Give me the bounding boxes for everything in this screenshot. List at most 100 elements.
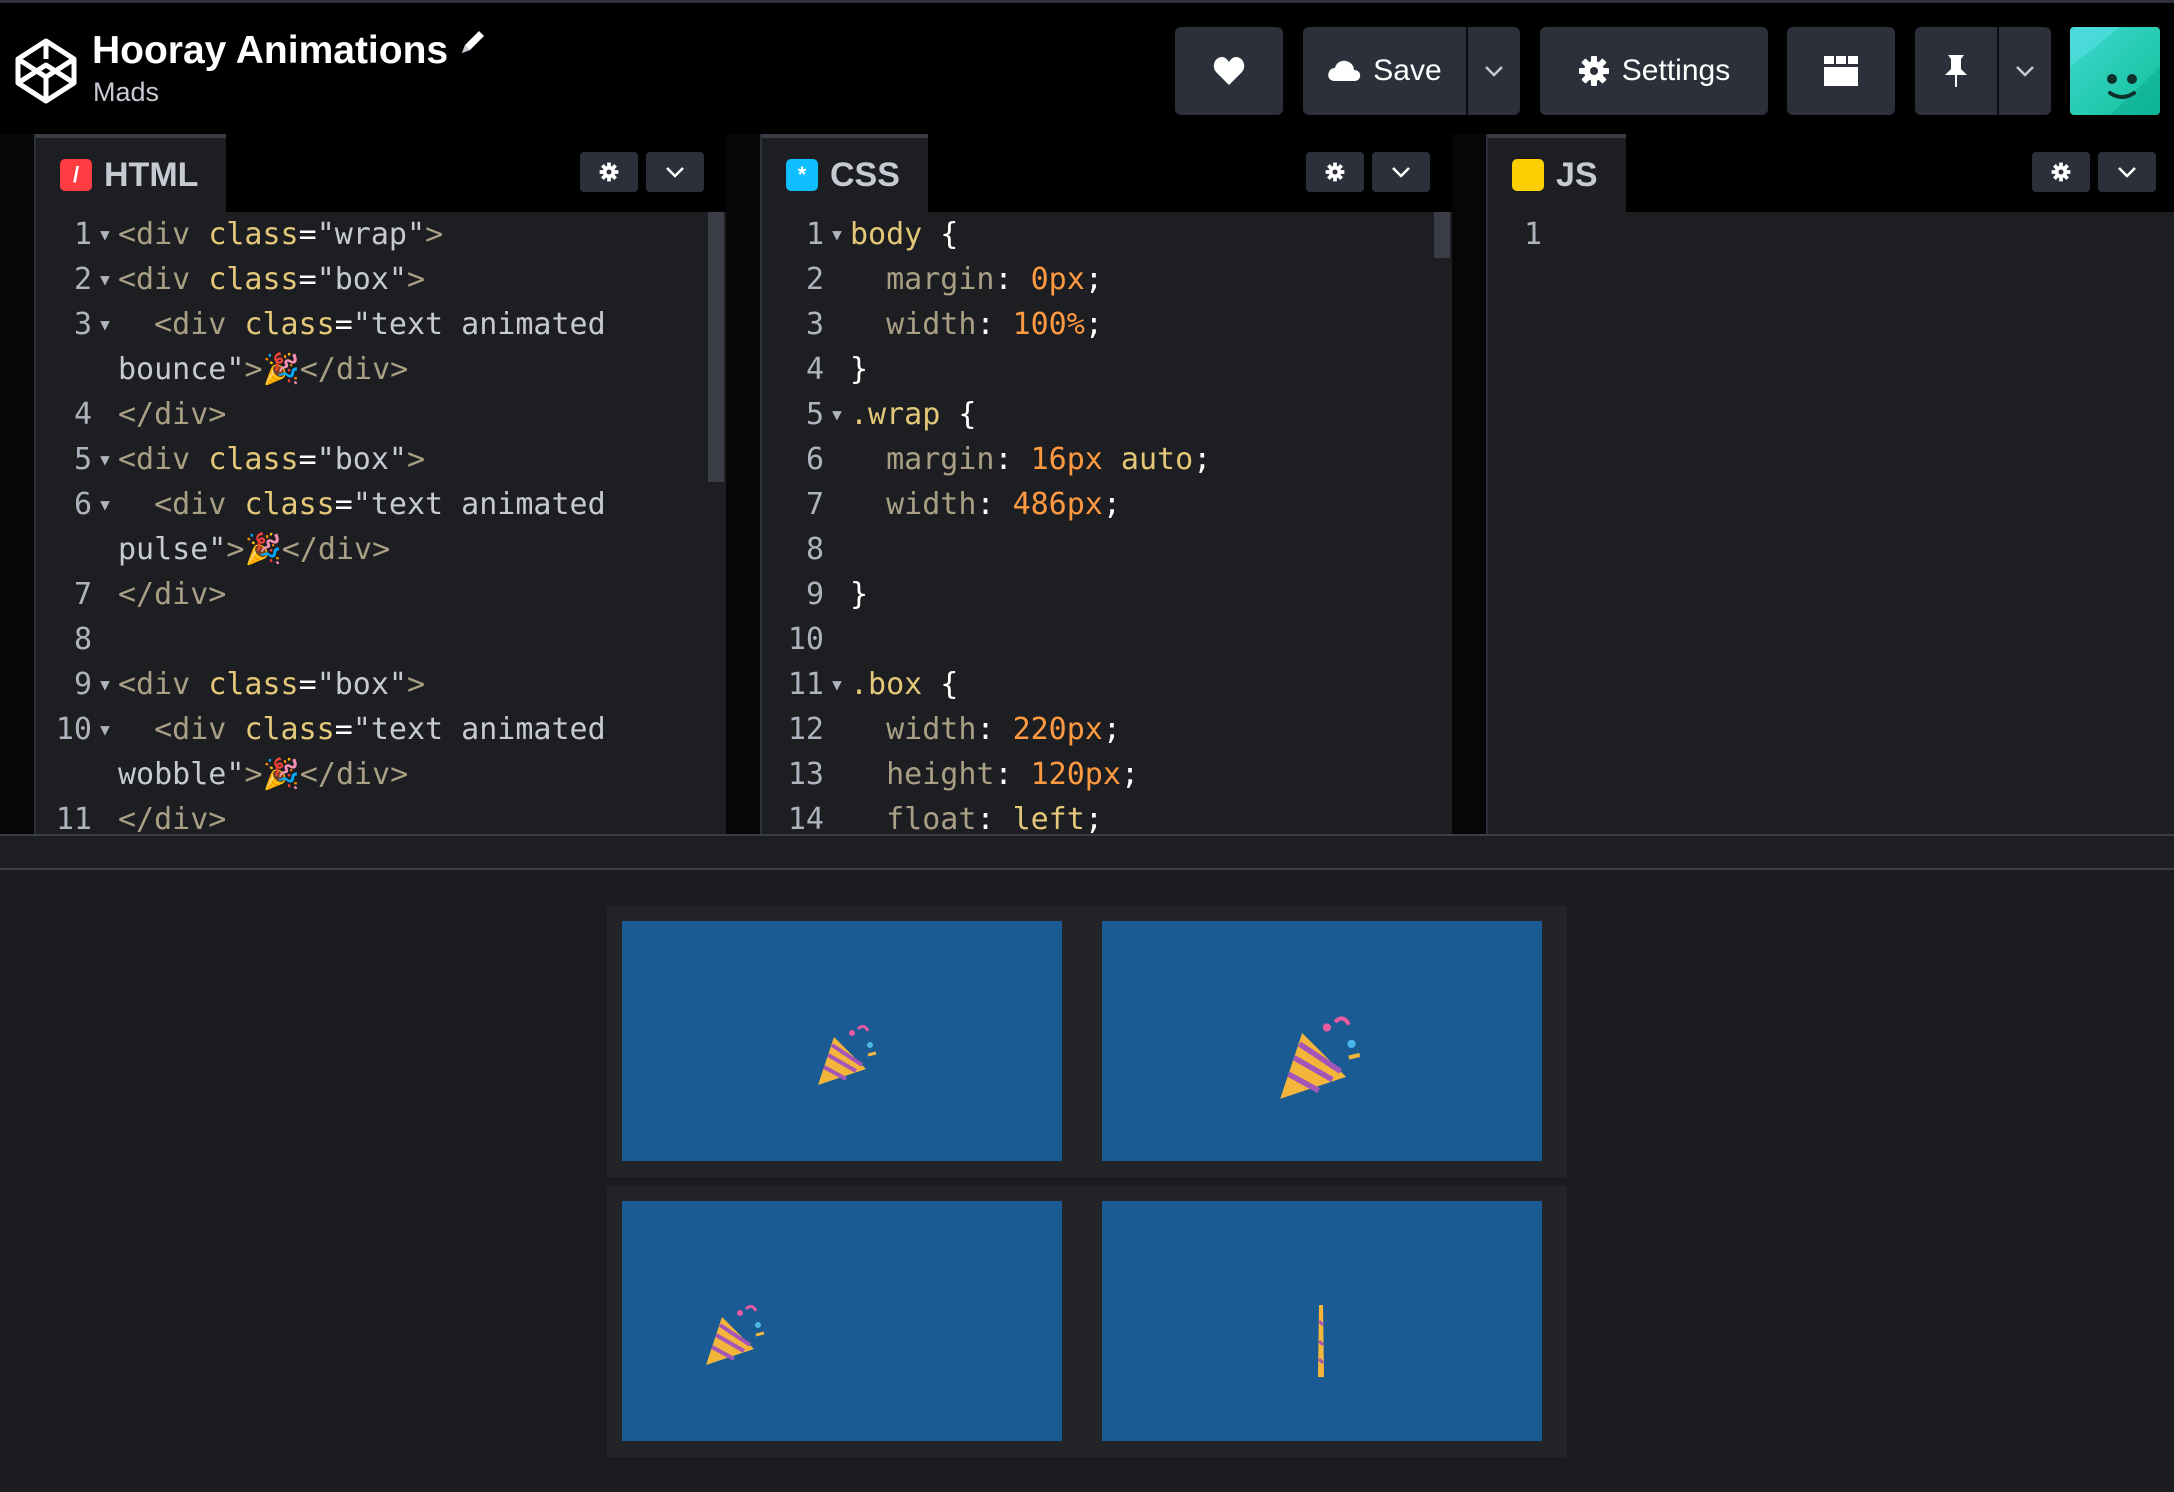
preview-box-inner (1102, 1201, 1542, 1441)
fold-arrow-icon[interactable]: ▼ (92, 225, 118, 244)
code-line[interactable]: 10 ▼ <div class="text animated (36, 707, 606, 752)
code-line[interactable]: 6 ▼ <div class="text animated (36, 482, 606, 527)
code-line[interactable]: wobble">🎉</div> (36, 752, 408, 797)
line-number: 5 (73, 442, 92, 477)
code-text: pulse">🎉</div> (118, 532, 391, 567)
code-line[interactable]: 3 width: 100%; (762, 302, 1103, 347)
css-collapse-button[interactable] (1372, 152, 1430, 192)
save-options-button[interactable] (1466, 27, 1520, 115)
fold-arrow-icon[interactable]: ▼ (824, 225, 850, 244)
css-scrollbar[interactable] (1434, 212, 1450, 258)
line-number: 11 (55, 802, 92, 834)
code-line[interactable]: bounce">🎉</div> (36, 347, 408, 392)
code-text: margin: 16px auto; (886, 442, 1212, 477)
code-line[interactable]: 11 ▼ .box { (762, 662, 959, 707)
html-scrollbar[interactable] (708, 212, 724, 482)
change-view-button[interactable] (1787, 27, 1895, 115)
code-text: width: 100%; (886, 307, 1103, 342)
settings-button[interactable]: Settings (1540, 27, 1768, 115)
fold-arrow-icon[interactable]: ▼ (824, 675, 850, 694)
code-line[interactable]: 3 ▼ <div class="text animated (36, 302, 606, 347)
css-pane-header: * CSS (762, 134, 1452, 212)
code-text: body { (850, 217, 959, 252)
party-popper-emoji (1272, 1011, 1368, 1112)
code-line[interactable]: 1 ▼ body { (762, 212, 958, 257)
code-line[interactable]: 1 ▼ <div class="wrap"> (36, 212, 443, 257)
code-line[interactable]: 11 </div> (36, 797, 227, 834)
line-number: 7 (73, 577, 92, 612)
line-number: 6 (73, 487, 92, 522)
html-collapse-button[interactable] (646, 152, 704, 192)
party-popper-emoji (812, 1021, 882, 1096)
js-settings-button[interactable] (2032, 152, 2090, 192)
gear-icon (2051, 162, 2071, 182)
css-code-editor[interactable]: 1 ▼ body {2 margin: 0px; 3 width: 100%; 4} 5 ▼… (762, 212, 1452, 834)
code-line[interactable]: 1 (1488, 212, 1568, 257)
code-line[interactable]: 5 ▼ .wrap { (762, 392, 977, 437)
chevron-down-icon (2016, 66, 2034, 77)
line-number: 3 (805, 307, 824, 342)
code-line[interactable]: 13 height: 120px; (762, 752, 1139, 797)
line-number: 8 (805, 532, 824, 567)
author-name[interactable]: Mads (93, 77, 159, 108)
pin-button[interactable] (1915, 27, 1997, 115)
heart-icon (1213, 57, 1245, 85)
code-text: } (850, 577, 869, 612)
fold-arrow-icon[interactable]: ▼ (92, 720, 118, 739)
js-collapse-button[interactable] (2098, 152, 2156, 192)
fold-arrow-icon[interactable]: ▼ (92, 450, 118, 469)
html-code-editor[interactable]: 1 ▼ <div class="wrap"> 2 ▼ <div class="box"> 3… (36, 212, 726, 834)
preview-resizer[interactable] (0, 834, 2174, 870)
code-text: <div class="box"> (118, 442, 426, 477)
heart-button[interactable] (1175, 27, 1283, 115)
avatar[interactable] (2070, 27, 2160, 115)
code-line[interactable]: 10 (762, 617, 850, 662)
code-text: </div> (118, 397, 227, 432)
html-settings-button[interactable] (580, 152, 638, 192)
codepen-logo-icon[interactable] (14, 35, 78, 107)
fold-arrow-icon[interactable]: ▼ (824, 405, 850, 424)
settings-label: Settings (1621, 54, 1731, 87)
code-line[interactable]: 2 margin: 0px; (762, 257, 1103, 302)
code-line[interactable]: 12 width: 220px; (762, 707, 1121, 752)
code-line[interactable]: 5 ▼ <div class="box"> (36, 437, 425, 482)
save-button[interactable]: Save (1303, 27, 1466, 115)
code-line[interactable]: 8 (762, 527, 850, 572)
tab-html[interactable]: / HTML (36, 134, 227, 212)
fold-arrow-icon[interactable]: ▼ (92, 270, 118, 289)
preview-box-inner (622, 1201, 1062, 1441)
css-settings-button[interactable] (1306, 152, 1364, 192)
tab-css[interactable]: * CSS (762, 134, 928, 212)
pin-icon (1945, 55, 1967, 87)
line-number: 1 (73, 217, 92, 252)
pencil-icon[interactable] (458, 23, 488, 67)
code-text: height: 120px; (886, 757, 1139, 792)
code-text: <div class="box"> (118, 667, 426, 702)
code-line[interactable]: 7 </div> (36, 572, 226, 617)
code-line[interactable]: 14 float: left; (762, 797, 1103, 834)
code-line[interactable]: 4 </div> (36, 392, 226, 437)
tab-js[interactable]: JS (1488, 134, 1626, 212)
pin-options-button[interactable] (1997, 27, 2051, 115)
fold-arrow-icon[interactable]: ▼ (92, 315, 118, 334)
code-line[interactable]: 8 (36, 617, 118, 662)
code-line[interactable]: 2 ▼ <div class="box"> (36, 257, 425, 302)
save-label: Save (1373, 54, 1442, 87)
js-code-editor[interactable]: 1 (1488, 212, 2174, 834)
party-popper-emoji (700, 1301, 770, 1376)
code-line[interactable]: 4} (762, 347, 868, 392)
code-line[interactable]: pulse">🎉</div> (36, 527, 390, 572)
code-line[interactable]: 9 ▼ <div class="box"> (36, 662, 425, 707)
fold-arrow-icon[interactable]: ▼ (92, 675, 118, 694)
code-line[interactable]: 7 width: 486px; (762, 482, 1121, 527)
line-number: 7 (805, 487, 824, 522)
fold-arrow-icon[interactable]: ▼ (92, 495, 118, 514)
line-number: 1 (1523, 217, 1542, 252)
preview-box-pulse (1087, 906, 1567, 1177)
pen-title[interactable]: Hooray Animations (92, 23, 488, 73)
code-line[interactable]: 6 margin: 16px auto; (762, 437, 1211, 482)
code-line[interactable]: 9} (762, 572, 868, 617)
js-badge-icon (1512, 159, 1544, 191)
line-number: 14 (787, 802, 824, 834)
pen-title-text[interactable]: Hooray Animations (92, 29, 448, 72)
